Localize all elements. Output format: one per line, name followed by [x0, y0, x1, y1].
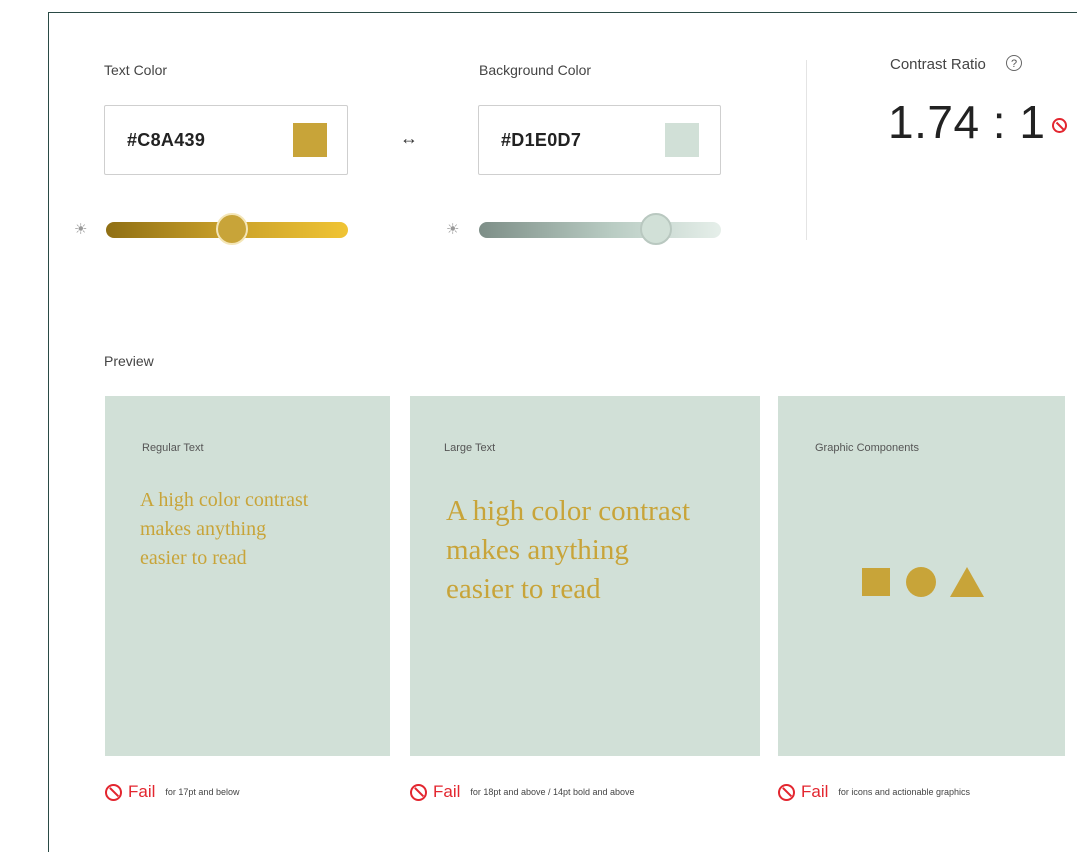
large-sample-text: A high color contrast makes anything eas…: [446, 495, 691, 605]
contrast-ratio-value: 1.74 : 1: [888, 96, 1046, 148]
card-title: Large Text: [444, 442, 496, 454]
text-color-swatch[interactable]: [293, 123, 327, 157]
regular-sample-text: A high color contrast makes anything eas…: [140, 489, 309, 569]
background-brightness-slider-thumb[interactable]: [639, 213, 672, 245]
fail-label: Fail: [128, 782, 156, 801]
preview-card-graphic-components: Graphic Components: [778, 396, 1065, 756]
fail-description: for 17pt and below: [165, 787, 240, 797]
text-brightness-slider-thumb[interactable]: [215, 213, 248, 245]
text-color-label: Text Color: [104, 62, 168, 78]
contrast-ratio-label: Contrast Ratio: [890, 56, 986, 73]
regular-text-result: Fail for 17pt and below: [105, 782, 239, 802]
section-divider: [806, 60, 807, 240]
square-icon: [862, 568, 890, 596]
fail-icon: [778, 783, 795, 801]
text-color-hex-value[interactable]: #C8A439: [127, 130, 205, 151]
background-color-swatch[interactable]: [665, 123, 699, 157]
help-icon[interactable]: ?: [1006, 55, 1022, 71]
large-text-result: Fail for 18pt and above / 14pt bold and …: [410, 782, 635, 802]
graphic-components-result: Fail for icons and actionable graphics: [778, 782, 970, 802]
triangle-icon: [950, 567, 984, 597]
background-color-label: Background Color: [479, 62, 592, 78]
circle-icon: [906, 567, 936, 597]
preview-card-large-text: Large Text A high color contrast makes a…: [410, 396, 760, 756]
background-color-hex-value[interactable]: #D1E0D7: [501, 130, 581, 151]
fail-label: Fail: [801, 782, 829, 801]
fail-icon: [410, 783, 427, 801]
text-brightness-sun-icon: ☀: [74, 221, 88, 238]
text-color-field[interactable]: #C8A439: [104, 105, 348, 175]
card-title: Graphic Components: [815, 442, 919, 454]
fail-label: Fail: [433, 782, 461, 801]
background-brightness-slider[interactable]: [479, 222, 721, 238]
swap-arrows-icon[interactable]: ↔: [400, 128, 418, 149]
preview-card-regular-text: Regular Text A high color contrast makes…: [105, 396, 390, 756]
fail-icon: [105, 783, 122, 801]
preview-label: Preview: [104, 353, 154, 369]
card-title: Regular Text: [142, 442, 204, 454]
fail-description: for icons and actionable graphics: [838, 787, 970, 797]
background-color-field[interactable]: #D1E0D7: [478, 105, 721, 175]
fail-description: for 18pt and above / 14pt bold and above: [470, 787, 635, 797]
background-brightness-sun-icon: ☀: [446, 221, 460, 238]
